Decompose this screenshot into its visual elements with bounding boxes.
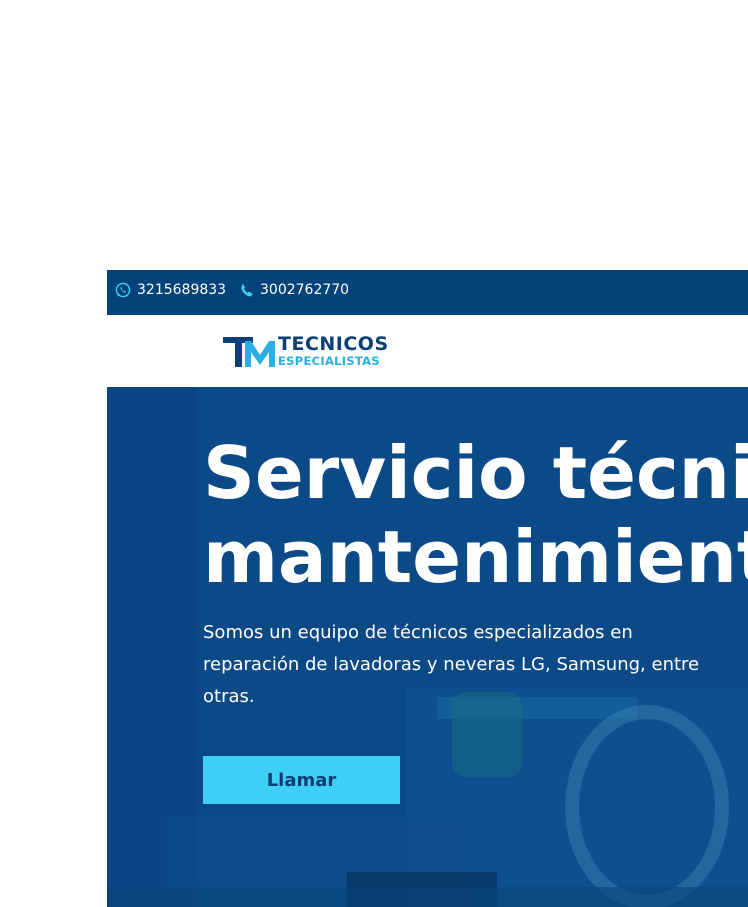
phone-icon <box>239 283 254 298</box>
logo-text-primary: TECNICOS <box>278 333 389 355</box>
call-button[interactable]: Llamar <box>203 756 400 804</box>
contact-bar: 3215689833 3002762770 <box>107 270 748 315</box>
website-frame: 3215689833 3002762770 TECNICOS ESPECIALI… <box>107 270 748 907</box>
hero-title-line-2: mantenimient <box>203 515 748 599</box>
tm-logo-icon <box>223 337 275 367</box>
site-header: TECNICOS ESPECIALISTAS <box>107 315 748 387</box>
phone-number: 3002762770 <box>260 282 350 298</box>
hero-description: Somos un equipo de técnicos especializad… <box>203 622 700 707</box>
hero-title-line-1: Servicio técni <box>203 431 748 515</box>
hero-title: Servicio técni mantenimient <box>203 431 748 599</box>
whatsapp-icon <box>115 282 131 298</box>
site-logo[interactable]: TECNICOS ESPECIALISTAS <box>223 333 399 373</box>
whatsapp-contact[interactable]: 3215689833 <box>115 282 226 298</box>
logo-text-secondary: ESPECIALISTAS <box>278 354 380 368</box>
page: 3215689833 3002762770 TECNICOS ESPECIALI… <box>0 0 748 907</box>
hero-section: Servicio técni mantenimient Somos un equ… <box>107 387 748 907</box>
phone-contact[interactable]: 3002762770 <box>239 282 349 298</box>
whatsapp-number: 3215689833 <box>137 282 227 298</box>
